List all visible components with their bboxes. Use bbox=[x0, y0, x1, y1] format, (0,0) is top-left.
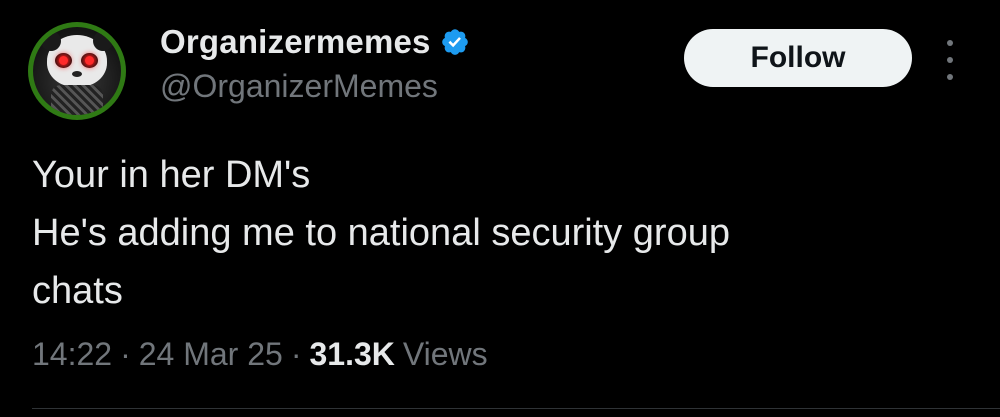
panda-nose bbox=[72, 71, 82, 77]
panda-avatar-icon bbox=[33, 27, 121, 115]
tweet-text: Your in her DM's He's adding me to natio… bbox=[32, 146, 932, 320]
more-vertical-icon[interactable] bbox=[940, 40, 960, 80]
tweet: Organizermemes @OrganizerMemes Follow Yo… bbox=[0, 0, 1000, 417]
panda-body bbox=[51, 85, 103, 115]
tweet-line: Your in her DM's bbox=[32, 154, 311, 196]
tweet-date[interactable]: 24 Mar 25 bbox=[139, 336, 283, 373]
views-count[interactable]: 31.3K bbox=[309, 336, 394, 373]
tweet-time[interactable]: 14:22 bbox=[32, 336, 112, 373]
panda-eye-right bbox=[81, 53, 98, 68]
author-handle[interactable]: @OrganizerMemes bbox=[160, 68, 438, 105]
tweet-line: He's adding me to national security grou… bbox=[32, 212, 730, 254]
display-name[interactable]: Organizermemes bbox=[160, 23, 431, 61]
verified-badge-icon[interactable] bbox=[440, 27, 470, 57]
panda-ear-right bbox=[93, 31, 113, 51]
follow-button[interactable]: Follow bbox=[684, 29, 912, 87]
meta-separator: · bbox=[290, 336, 302, 372]
more-dot bbox=[947, 57, 953, 63]
views-label: Views bbox=[402, 336, 488, 372]
tweet-meta: 14:22 · 24 Mar 25 · 31.3K Views bbox=[32, 336, 488, 373]
tweet-line: chats bbox=[32, 270, 123, 312]
panda-ear-left bbox=[41, 31, 61, 51]
author-name-row: Organizermemes bbox=[160, 22, 470, 62]
divider bbox=[32, 408, 1000, 409]
meta-separator: · bbox=[120, 336, 131, 372]
more-dot bbox=[947, 74, 953, 80]
more-dot bbox=[947, 40, 953, 46]
panda-eye-left bbox=[55, 53, 72, 68]
avatar[interactable] bbox=[28, 22, 126, 120]
